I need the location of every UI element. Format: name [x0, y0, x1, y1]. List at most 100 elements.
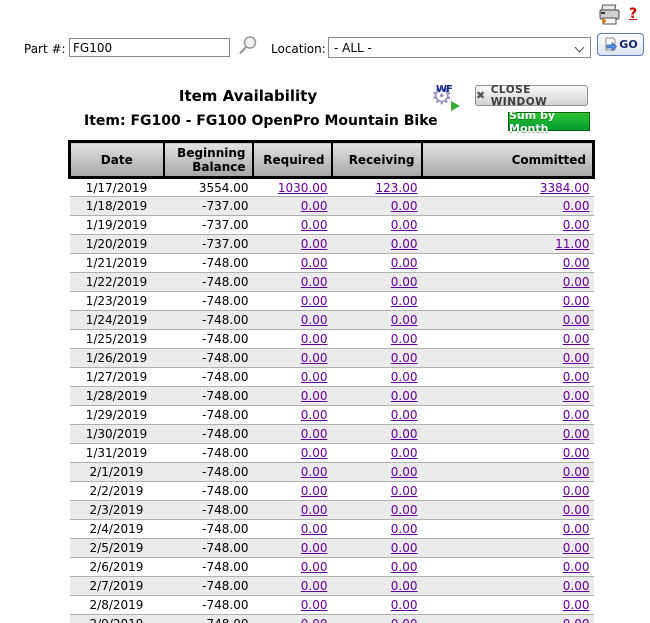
committed-link[interactable]: 0.00 [563, 541, 590, 555]
receiving-link[interactable]: 123.00 [376, 181, 418, 195]
date-cell: 1/26/2019 [70, 349, 164, 368]
beginning-balance-cell: -748.00 [164, 425, 253, 444]
receiving-link[interactable]: 0.00 [391, 617, 418, 623]
receiving-link[interactable]: 0.00 [391, 275, 418, 289]
committed-cell: 0.00 [422, 254, 594, 273]
required-cell: 0.00 [253, 463, 332, 482]
committed-link[interactable]: 0.00 [563, 560, 590, 574]
receiving-link[interactable]: 0.00 [391, 370, 418, 384]
search-icon[interactable] [237, 35, 258, 56]
receiving-cell: 0.00 [332, 254, 422, 273]
required-cell: 0.00 [253, 615, 332, 623]
committed-link[interactable]: 0.00 [563, 446, 590, 460]
required-link[interactable]: 0.00 [301, 218, 328, 232]
committed-link[interactable]: 0.00 [563, 199, 590, 213]
committed-link[interactable]: 0.00 [563, 503, 590, 517]
required-link[interactable]: 1030.00 [278, 181, 328, 195]
committed-link[interactable]: 0.00 [563, 294, 590, 308]
receiving-link[interactable]: 0.00 [391, 579, 418, 593]
required-link[interactable]: 0.00 [301, 237, 328, 251]
help-link[interactable]: ? [629, 6, 637, 22]
committed-link[interactable]: 0.00 [563, 484, 590, 498]
close-window-button[interactable]: ✖ CLOSE WINDOW [475, 85, 588, 106]
print-button[interactable] [597, 4, 623, 26]
workflow-icon[interactable]: ⚙ WF [431, 83, 459, 111]
required-link[interactable]: 0.00 [301, 446, 328, 460]
committed-link[interactable]: 0.00 [563, 313, 590, 327]
required-link[interactable]: 0.00 [301, 560, 328, 574]
required-link[interactable]: 0.00 [301, 389, 328, 403]
receiving-link[interactable]: 0.00 [391, 389, 418, 403]
receiving-link[interactable]: 0.00 [391, 256, 418, 270]
receiving-link[interactable]: 0.00 [391, 503, 418, 517]
receiving-link[interactable]: 0.00 [391, 218, 418, 232]
committed-link[interactable]: 0.00 [563, 522, 590, 536]
required-link[interactable]: 0.00 [301, 598, 328, 612]
committed-link[interactable]: 0.00 [563, 275, 590, 289]
receiving-link[interactable]: 0.00 [391, 351, 418, 365]
receiving-cell: 0.00 [332, 273, 422, 292]
required-link[interactable]: 0.00 [301, 332, 328, 346]
location-select[interactable]: - ALL - [328, 37, 591, 58]
part-number-input[interactable] [69, 38, 230, 57]
receiving-link[interactable]: 0.00 [391, 541, 418, 555]
committed-link[interactable]: 0.00 [563, 370, 590, 384]
required-cell: 0.00 [253, 368, 332, 387]
receiving-cell: 0.00 [332, 482, 422, 501]
required-link[interactable]: 0.00 [301, 427, 328, 441]
receiving-link[interactable]: 0.00 [391, 484, 418, 498]
committed-link[interactable]: 0.00 [563, 332, 590, 346]
receiving-link[interactable]: 0.00 [391, 522, 418, 536]
required-link[interactable]: 0.00 [301, 351, 328, 365]
committed-link[interactable]: 11.00 [555, 237, 589, 251]
beginning-balance-cell: -748.00 [164, 482, 253, 501]
required-link[interactable]: 0.00 [301, 617, 328, 623]
required-link[interactable]: 0.00 [301, 256, 328, 270]
required-link[interactable]: 0.00 [301, 465, 328, 479]
receiving-link[interactable]: 0.00 [391, 427, 418, 441]
committed-link[interactable]: 0.00 [563, 351, 590, 365]
committed-link[interactable]: 0.00 [563, 427, 590, 441]
receiving-link[interactable]: 0.00 [391, 294, 418, 308]
go-button[interactable]: GO [597, 33, 644, 56]
table-row: 1/24/2019-748.000.000.000.00 [70, 311, 594, 330]
required-link[interactable]: 0.00 [301, 579, 328, 593]
committed-link[interactable]: 0.00 [563, 408, 590, 422]
committed-link[interactable]: 0.00 [563, 617, 590, 623]
receiving-link[interactable]: 0.00 [391, 332, 418, 346]
receiving-cell: 0.00 [332, 425, 422, 444]
required-link[interactable]: 0.00 [301, 484, 328, 498]
beginning-balance-cell: -748.00 [164, 330, 253, 349]
required-link[interactable]: 0.00 [301, 370, 328, 384]
committed-cell: 0.00 [422, 216, 594, 235]
committed-link[interactable]: 0.00 [563, 465, 590, 479]
required-link[interactable]: 0.00 [301, 294, 328, 308]
required-link[interactable]: 0.00 [301, 503, 328, 517]
committed-link[interactable]: 0.00 [563, 598, 590, 612]
receiving-link[interactable]: 0.00 [391, 237, 418, 251]
committed-link[interactable]: 0.00 [563, 256, 590, 270]
receiving-link[interactable]: 0.00 [391, 408, 418, 422]
date-cell: 2/8/2019 [70, 596, 164, 615]
required-link[interactable]: 0.00 [301, 313, 328, 327]
required-cell: 0.00 [253, 596, 332, 615]
committed-link[interactable]: 0.00 [563, 579, 590, 593]
receiving-link[interactable]: 0.00 [391, 199, 418, 213]
required-link[interactable]: 0.00 [301, 275, 328, 289]
sum-by-month-button[interactable]: Sum by Month [508, 112, 590, 131]
required-link[interactable]: 0.00 [301, 408, 328, 422]
receiving-link[interactable]: 0.00 [391, 446, 418, 460]
required-link[interactable]: 0.00 [301, 541, 328, 555]
required-link[interactable]: 0.00 [301, 522, 328, 536]
receiving-link[interactable]: 0.00 [391, 598, 418, 612]
receiving-link[interactable]: 0.00 [391, 313, 418, 327]
receiving-link[interactable]: 0.00 [391, 560, 418, 574]
committed-cell: 0.00 [422, 273, 594, 292]
committed-link[interactable]: 0.00 [563, 389, 590, 403]
committed-link[interactable]: 3384.00 [540, 181, 590, 195]
beginning-balance-cell: -748.00 [164, 254, 253, 273]
required-link[interactable]: 0.00 [301, 199, 328, 213]
receiving-link[interactable]: 0.00 [391, 465, 418, 479]
date-cell: 1/27/2019 [70, 368, 164, 387]
committed-link[interactable]: 0.00 [563, 218, 590, 232]
